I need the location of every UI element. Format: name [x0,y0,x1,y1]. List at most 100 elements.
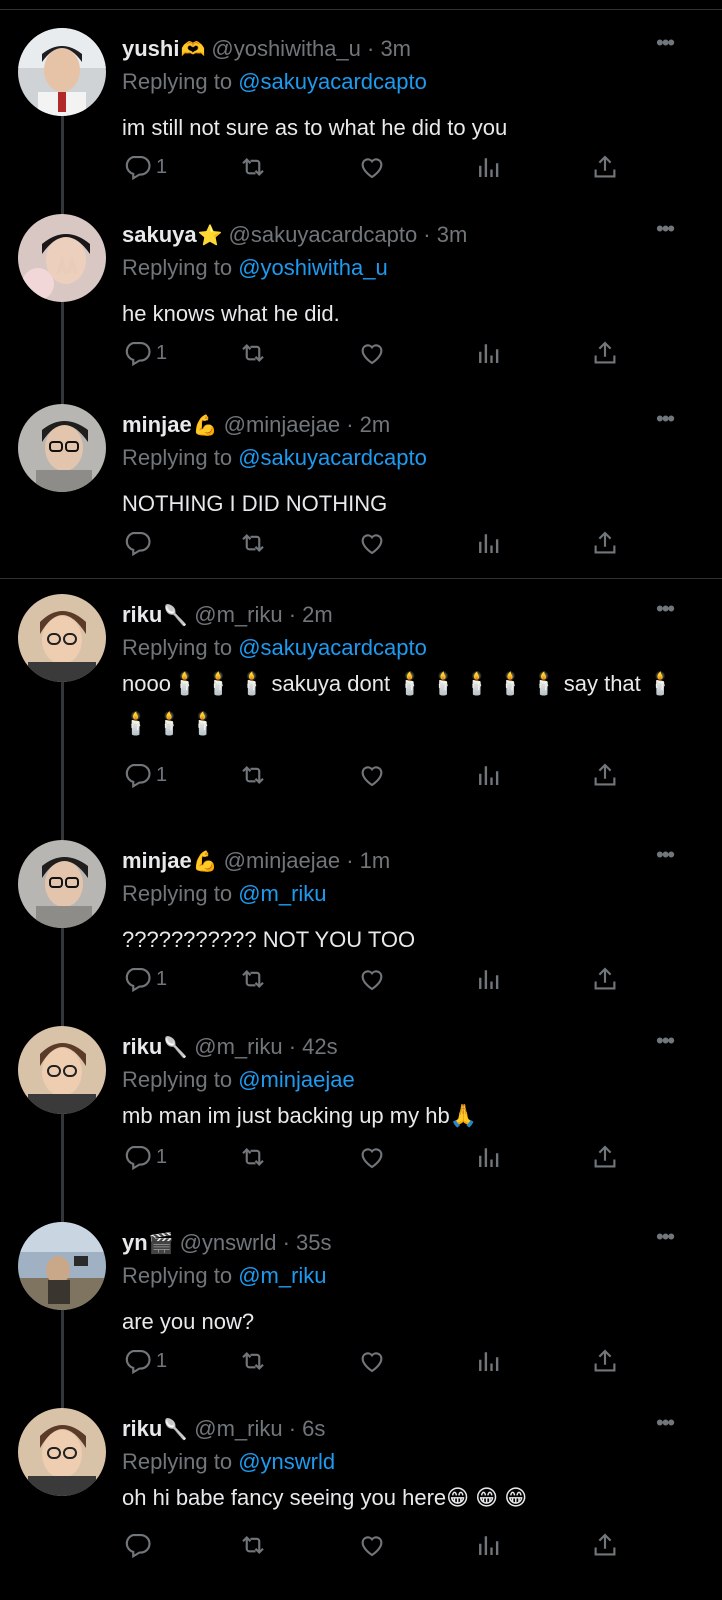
views-button[interactable] [474,1344,504,1378]
avatar[interactable] [18,1026,106,1114]
tweet[interactable]: riku🥄 @m_riku · 42s ••• Replying to @minj… [0,1012,722,1224]
views-button[interactable] [474,962,504,996]
views-button[interactable] [474,526,504,560]
like-button[interactable] [357,150,387,184]
share-button[interactable] [590,150,620,184]
mention-link[interactable]: @yoshiwitha_u [238,255,388,280]
like-button[interactable] [357,962,387,996]
like-button[interactable] [357,1140,387,1174]
display-name[interactable]: yn [122,1230,148,1255]
display-name[interactable]: minjae [122,412,192,437]
more-icon[interactable]: ••• [656,408,686,432]
tweet-header: minjae💪 @minjaejae · 2m [122,412,662,439]
reply-button[interactable]: 1 [122,758,167,792]
reply-button[interactable]: 1 [122,150,167,184]
like-button[interactable] [357,1344,387,1378]
like-button[interactable] [357,336,387,370]
mention-link[interactable]: @sakuyacardcapto [238,445,427,470]
share-button[interactable] [590,962,620,996]
retweet-button[interactable] [238,758,268,792]
reply-button[interactable]: 1 [122,962,167,996]
more-icon[interactable]: ••• [656,32,686,56]
mention-link[interactable]: @sakuyacardcapto [238,69,427,94]
share-button[interactable] [590,336,620,370]
handle-and-time[interactable]: @m_riku · 6s [194,1416,325,1441]
handle-and-time[interactable]: @ynswrld · 35s [180,1230,332,1255]
tweet[interactable]: sakuya⭐ @sakuyacardcapto · 3m ••• Replyin… [0,200,722,412]
reply-button[interactable]: 1 [122,336,167,370]
replying-to: Replying to @ynswrld [122,1449,335,1475]
tweet[interactable]: riku🥄 @m_riku · 2m ••• Replying to @sakuy… [0,580,722,840]
like-button[interactable] [357,526,387,560]
mention-link[interactable]: @minjaejae [238,1067,355,1092]
mention-link[interactable]: @m_riku [238,881,326,906]
handle-and-time[interactable]: @minjaejae · 2m [224,412,391,437]
avatar[interactable] [18,28,106,116]
retweet-button[interactable] [238,526,268,560]
handle-and-time[interactable]: @minjaejae · 1m [224,848,391,873]
views-button[interactable] [474,1140,504,1174]
views-button[interactable] [474,336,504,370]
reply-button[interactable]: 1 [122,1140,167,1174]
handle-and-time[interactable]: @m_riku · 2m [194,602,332,627]
tweet[interactable]: yushi🫶 @yoshiwitha_u · 3m ••• Replying to… [0,14,722,226]
share-button[interactable] [590,1528,620,1562]
retweet-button[interactable] [238,1140,268,1174]
tweet-text: NOTHING I DID NOTHING [122,491,388,516]
handle-and-time[interactable]: @yoshiwitha_u · 3m [211,36,411,61]
heart-icon [361,158,383,179]
avatar[interactable] [18,840,106,928]
more-icon[interactable]: ••• [656,1226,686,1250]
mention-link[interactable]: @m_riku [238,1263,326,1288]
reply-icon [125,967,151,993]
more-icon[interactable]: ••• [656,1030,686,1054]
display-name[interactable]: riku [122,602,162,627]
avatar[interactable] [18,1408,106,1496]
heart-icon [361,766,383,787]
share-icon [594,1145,616,1168]
tweet-text: nooo🕯️ 🕯️ 🕯️ sakuya dont 🕯️ 🕯️ 🕯️ 🕯️ 🕯️ … [122,671,675,736]
tweet[interactable]: minjae💪 @minjaejae · 1m ••• Replying to @… [0,826,722,1038]
display-name[interactable]: sakuya [122,222,197,247]
more-icon[interactable]: ••• [656,218,686,242]
thread-connector [61,682,64,840]
share-button[interactable] [590,758,620,792]
handle-and-time[interactable]: @m_riku · 42s [194,1034,337,1059]
avatar[interactable] [18,1222,106,1310]
reply-button[interactable]: 1 [122,1344,167,1378]
retweet-button[interactable] [238,1528,268,1562]
retweet-button[interactable] [238,962,268,996]
share-button[interactable] [590,1140,620,1174]
more-icon[interactable]: ••• [656,1412,686,1436]
like-button[interactable] [357,1528,387,1562]
views-button[interactable] [474,758,504,792]
reply-button[interactable] [122,526,156,560]
mention-link[interactable]: @sakuyacardcapto [238,635,427,660]
display-name[interactable]: minjae [122,848,192,873]
share-button[interactable] [590,526,620,560]
views-button[interactable] [474,150,504,184]
display-name[interactable]: yushi [122,36,179,61]
display-name[interactable]: riku [122,1034,162,1059]
views-button[interactable] [474,1528,504,1562]
avatar[interactable] [18,594,106,682]
retweet-button[interactable] [238,1344,268,1378]
avatar[interactable] [18,404,106,492]
like-button[interactable] [357,758,387,792]
mention-link[interactable]: @ynswrld [238,1449,335,1474]
handle-and-time[interactable]: @sakuyacardcapto · 3m [229,222,468,247]
more-icon[interactable]: ••• [656,598,686,622]
more-icon[interactable]: ••• [656,844,686,868]
share-button[interactable] [590,1344,620,1378]
tweet[interactable]: riku🥄 @m_riku · 6s ••• Replying to @ynswr… [0,1394,722,1600]
avatar[interactable] [18,214,106,302]
tweet[interactable]: minjae💪 @minjaejae · 2m ••• Replying to @… [0,390,722,580]
retweet-button[interactable] [238,336,268,370]
retweet-button[interactable] [238,150,268,184]
thread-divider [0,578,722,579]
tweet[interactable]: yn🎬 @ynswrld · 35s ••• Replying to @m_rik… [0,1208,722,1420]
tweet-header: sakuya⭐ @sakuyacardcapto · 3m [122,222,662,249]
reply-button[interactable] [122,1528,156,1562]
share-icon [594,1533,616,1556]
display-name[interactable]: riku [122,1416,162,1441]
